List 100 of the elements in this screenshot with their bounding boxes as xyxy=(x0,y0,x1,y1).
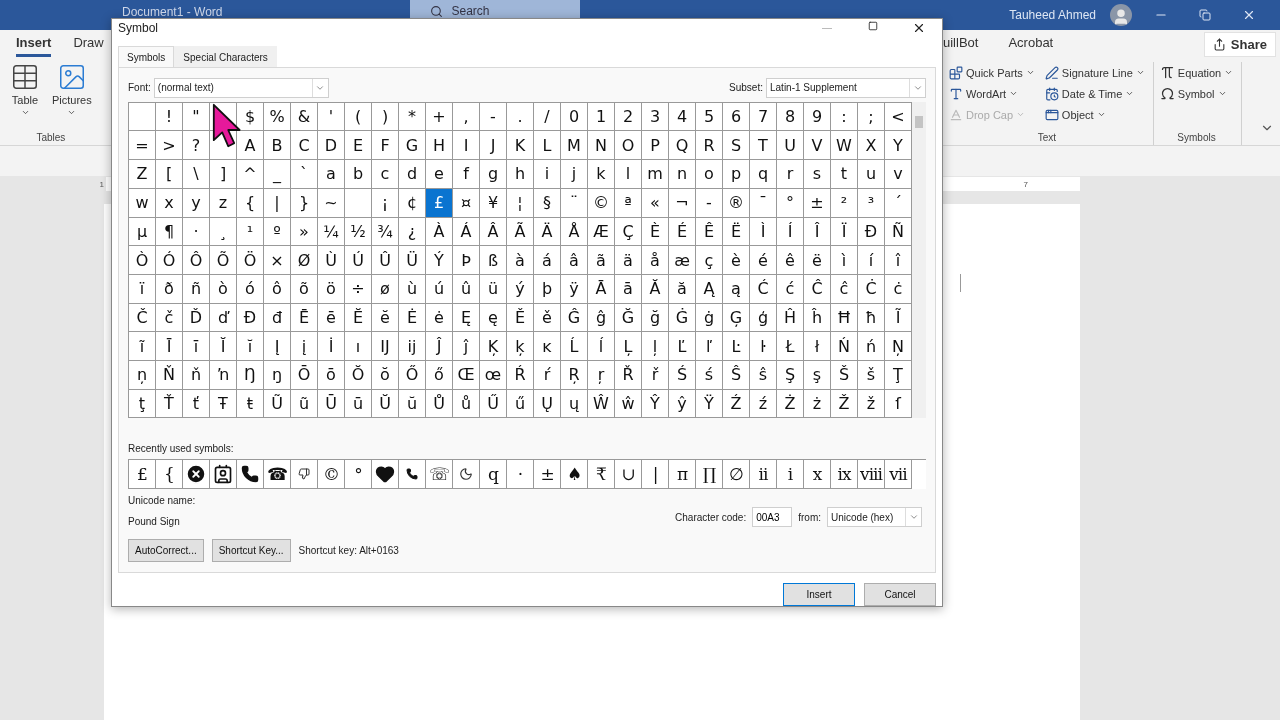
character-cell[interactable]: è xyxy=(723,246,750,275)
character-cell[interactable]: u xyxy=(858,160,885,189)
character-cell[interactable]: N xyxy=(588,131,615,161)
character-cell[interactable]: Ŧ xyxy=(210,389,237,419)
character-cell[interactable]: Ż xyxy=(777,389,804,419)
character-cell[interactable]: Ē xyxy=(291,303,318,333)
character-cell[interactable]: ŭ xyxy=(399,389,426,419)
character-cell[interactable]: ç xyxy=(696,246,723,275)
character-cell[interactable]: Ľ xyxy=(669,332,696,361)
character-cell[interactable]: Ī xyxy=(156,332,183,361)
character-cell[interactable]: ¿ xyxy=(399,217,426,247)
character-cell[interactable]: F xyxy=(372,131,399,161)
recent-character[interactable]: { xyxy=(156,460,183,489)
character-cell[interactable]: Ś xyxy=(669,360,696,390)
character-cell[interactable]: č xyxy=(156,303,183,333)
character-cell[interactable]: 4 xyxy=(669,102,696,132)
character-cell[interactable]: ; xyxy=(858,102,885,132)
character-cell[interactable]: í xyxy=(858,246,885,275)
character-cell[interactable]: w xyxy=(129,188,156,218)
character-cell[interactable]: a xyxy=(318,160,345,189)
character-cell[interactable]: ´ xyxy=(885,188,912,218)
character-cell[interactable]: ę xyxy=(480,303,507,333)
character-cell[interactable]: n xyxy=(669,160,696,189)
character-cell[interactable]: Đ xyxy=(237,303,264,333)
recent-character[interactable]: | xyxy=(642,460,669,489)
character-cell[interactable]: | xyxy=(264,188,291,218)
character-cell[interactable]: š xyxy=(858,360,885,390)
character-cell[interactable]: Ű xyxy=(480,389,507,419)
character-cell[interactable]: ¦ xyxy=(507,188,534,218)
character-cell[interactable]: Ė xyxy=(399,303,426,333)
character-cell[interactable]: - xyxy=(696,188,723,218)
character-cell[interactable]: ` xyxy=(291,160,318,189)
character-cell[interactable]: û xyxy=(453,274,480,304)
character-cell[interactable]: È xyxy=(642,217,669,247)
character-cell[interactable]: é xyxy=(750,246,777,275)
character-cell[interactable]: X xyxy=(858,131,885,161)
character-cell[interactable]: - xyxy=(480,102,507,132)
character-cell[interactable]: Ū xyxy=(318,389,345,419)
character-cell[interactable]: h xyxy=(507,160,534,189)
character-cell[interactable]: ŋ xyxy=(264,360,291,390)
character-cell[interactable]: Ń xyxy=(831,332,858,361)
character-cell[interactable]: ï xyxy=(129,274,156,304)
character-cell[interactable]: Š xyxy=(831,360,858,390)
character-cell[interactable]: ( xyxy=(345,102,372,132)
character-cell[interactable]: / xyxy=(534,102,561,132)
character-cell[interactable]: « xyxy=(642,188,669,218)
character-cell[interactable] xyxy=(345,188,372,218)
character-cell[interactable]: Ō xyxy=(291,360,318,390)
character-cell[interactable]: © xyxy=(588,188,615,218)
character-cell[interactable]: ä xyxy=(615,246,642,275)
character-cell[interactable]: j xyxy=(561,160,588,189)
character-cell[interactable]: r xyxy=(777,160,804,189)
character-cell[interactable]: ù xyxy=(399,274,426,304)
character-cell[interactable]: ĥ xyxy=(804,303,831,333)
character-cell[interactable]: ł xyxy=(804,332,831,361)
character-cell[interactable]: Ő xyxy=(399,360,426,390)
character-cell[interactable]: ų xyxy=(561,389,588,419)
character-cell[interactable]: Z xyxy=(129,160,156,189)
character-cell[interactable]: Ô xyxy=(183,246,210,275)
character-cell[interactable]: æ xyxy=(669,246,696,275)
character-cell[interactable]: Ŭ xyxy=(372,389,399,419)
character-cell[interactable]: ± xyxy=(804,188,831,218)
character-cell[interactable]: À xyxy=(426,217,453,247)
character-cell[interactable]: V xyxy=(804,131,831,161)
recent-character[interactable] xyxy=(453,460,480,489)
recent-character[interactable]: viii xyxy=(858,460,885,489)
character-cell[interactable]: Ê xyxy=(696,217,723,247)
character-cell[interactable]: + xyxy=(426,102,453,132)
character-cell[interactable]: ! xyxy=(156,102,183,132)
recent-character[interactable]: ₹ xyxy=(588,460,615,489)
character-cell[interactable]: Ļ xyxy=(615,332,642,361)
character-cell[interactable]: ¨ xyxy=(561,188,588,218)
character-cell[interactable]: Ŕ xyxy=(507,360,534,390)
character-cell[interactable]: ż xyxy=(804,389,831,419)
character-cell[interactable]: ā xyxy=(615,274,642,304)
recent-character[interactable] xyxy=(210,460,237,489)
character-cell[interactable]: Ţ xyxy=(885,360,912,390)
character-cell[interactable]: ĝ xyxy=(588,303,615,333)
recent-character[interactable]: ♠ xyxy=(561,460,588,489)
character-cell[interactable]: % xyxy=(264,102,291,132)
character-cell[interactable]: ¹ xyxy=(237,217,264,247)
character-cell[interactable]: ì xyxy=(831,246,858,275)
character-cell[interactable]: ĸ xyxy=(534,332,561,361)
character-cell[interactable]: ¤ xyxy=(453,188,480,218)
character-cell[interactable]: z xyxy=(210,188,237,218)
character-cell[interactable]: ş xyxy=(804,360,831,390)
character-cell[interactable]: * xyxy=(399,102,426,132)
character-cell[interactable]: l xyxy=(615,160,642,189)
recent-character[interactable]: ☏ xyxy=(426,460,453,489)
character-cell[interactable]: Ć xyxy=(750,274,777,304)
character-cell[interactable]: d xyxy=(399,160,426,189)
character-cell[interactable]: ÿ xyxy=(561,274,588,304)
character-cell[interactable]: Ť xyxy=(156,389,183,419)
ribbon-button[interactable]: Quick Parts xyxy=(949,62,1035,83)
recent-character[interactable]: · xyxy=(507,460,534,489)
recent-character[interactable]: ° xyxy=(345,460,372,489)
character-cell[interactable]: Ŏ xyxy=(345,360,372,390)
character-cell[interactable]: ¼ xyxy=(318,217,345,247)
character-cell[interactable]: 3 xyxy=(642,102,669,132)
character-cell[interactable]: Ă xyxy=(642,274,669,304)
